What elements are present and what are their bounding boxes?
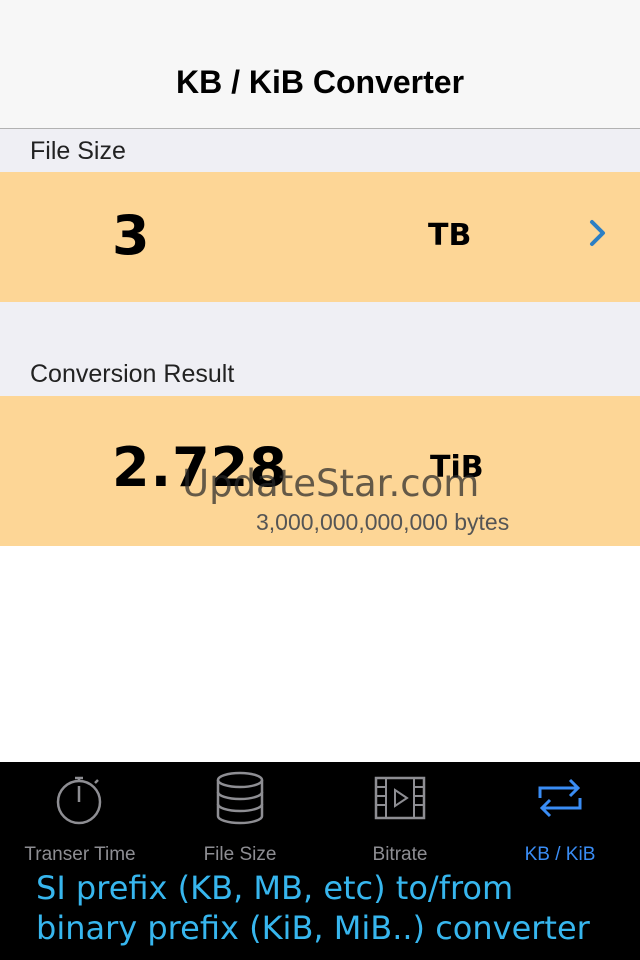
tab-label-bitrate: Bitrate [372, 844, 428, 865]
watermark-text: UpdateStar.com [182, 462, 480, 505]
tab-label-file-size: File Size [203, 844, 277, 865]
conversion-result-section-header: Conversion Result [30, 360, 235, 388]
file-size-input-row[interactable]: 3 TB [0, 172, 640, 302]
video-film-icon [374, 776, 426, 820]
page-title: KB / KiB Converter [175, 64, 465, 100]
content-area [0, 546, 640, 762]
tab-label-kb-kib: KB / KiB [524, 844, 596, 865]
tab-file-size[interactable]: File Size [160, 770, 320, 870]
chevron-right-icon[interactable] [588, 216, 608, 257]
database-icon [216, 771, 264, 825]
tab-bar: Transer Time File Size Bitrate KB / KiB … [0, 762, 640, 960]
caption-line-2: binary prefix (KiB, MiB..) converter [36, 909, 590, 947]
tab-transfer-time[interactable]: Transer Time [0, 770, 160, 870]
tab-bitrate[interactable]: Bitrate [320, 770, 480, 870]
navigation-bar: KB / KiB Converter [0, 0, 640, 129]
swap-arrows-icon [538, 778, 582, 818]
file-size-value: 3 [112, 204, 151, 267]
tab-label-transfer-time: Transer Time [24, 844, 136, 865]
caption-line-1: SI prefix (KB, MB, etc) to/from [36, 869, 514, 907]
file-size-section-header: File Size [30, 137, 126, 165]
promo-caption: SI prefix (KB, MB, etc) to/from binary p… [36, 868, 636, 948]
conversion-result-row: 2.728 TiB UpdateStar.com 3,000,000,000,0… [0, 396, 640, 546]
tab-kb-kib[interactable]: KB / KiB [480, 770, 640, 870]
file-size-unit: TB [428, 218, 472, 253]
stopwatch-icon [56, 776, 102, 825]
result-bytes: 3,000,000,000,000 bytes [256, 509, 510, 535]
